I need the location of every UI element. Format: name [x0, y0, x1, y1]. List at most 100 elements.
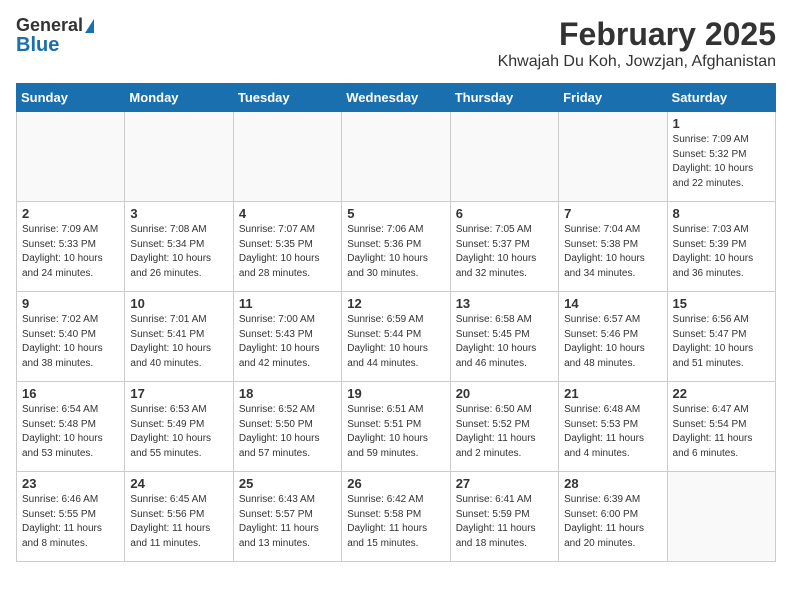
day-cell-empty	[559, 112, 667, 202]
day-cell-empty	[450, 112, 558, 202]
day-info: Sunrise: 6:51 AM Sunset: 5:51 PM Dayligh…	[347, 403, 444, 461]
day-cell-empty	[17, 112, 125, 202]
day-number: 21	[564, 386, 661, 401]
day-cell-1: 1 Sunrise: 7:09 AM Sunset: 5:32 PM Daylig…	[667, 112, 775, 202]
day-cell-2: 2Sunrise: 7:09 AM Sunset: 5:33 PM Daylig…	[17, 202, 125, 292]
title-area: February 2025 Khwajah Du Koh, Jowzjan, A…	[498, 16, 776, 71]
logo: General Blue	[16, 16, 94, 56]
day-number: 15	[673, 296, 770, 311]
day-number: 25	[239, 476, 336, 491]
day-cell-empty	[342, 112, 450, 202]
day-cell-8: 8 Sunrise: 7:03 AM Sunset: 5:39 PM Daylig…	[667, 202, 775, 292]
day-cell-28: 28Sunrise: 6:39 AM Sunset: 6:00 PM Dayli…	[559, 472, 667, 562]
day-number: 18	[239, 386, 336, 401]
day-info: Sunrise: 7:09 AM Sunset: 5:33 PM Dayligh…	[22, 223, 119, 281]
logo-arrow-icon	[85, 19, 94, 33]
day-number: 28	[564, 476, 661, 491]
day-cell-25: 25 Sunrise: 6:43 AM Sunset: 5:57 PM Dayli…	[233, 472, 341, 562]
day-number: 13	[456, 296, 553, 311]
day-cell-empty	[233, 112, 341, 202]
weekday-header-sunday: Sunday	[17, 84, 125, 112]
day-info: Sunrise: 6:48 AM Sunset: 5:53 PM Dayligh…	[564, 403, 661, 461]
day-info: Sunrise: 6:50 AM Sunset: 5:52 PM Dayligh…	[456, 403, 553, 461]
day-cell-empty	[125, 112, 233, 202]
day-cell-4: 4 Sunrise: 7:07 AM Sunset: 5:35 PM Daylig…	[233, 202, 341, 292]
day-info: Sunrise: 6:58 AM Sunset: 5:45 PM Dayligh…	[456, 313, 553, 371]
day-cell-11: 11 Sunrise: 7:00 AM Sunset: 5:43 PM Dayli…	[233, 292, 341, 382]
day-number: 24	[130, 476, 227, 491]
day-number: 12	[347, 296, 444, 311]
day-info: Sunrise: 6:54 AM Sunset: 5:48 PM Dayligh…	[22, 403, 119, 461]
day-cell-23: 23Sunrise: 6:46 AM Sunset: 5:55 PM Dayli…	[17, 472, 125, 562]
day-info: Sunrise: 6:52 AM Sunset: 5:50 PM Dayligh…	[239, 403, 336, 461]
day-number: 6	[456, 206, 553, 221]
day-info: Sunrise: 7:03 AM Sunset: 5:39 PM Dayligh…	[673, 223, 770, 281]
day-info: Sunrise: 7:07 AM Sunset: 5:35 PM Dayligh…	[239, 223, 336, 281]
page-header: General Blue February 2025 Khwajah Du Ko…	[16, 16, 776, 71]
day-info: Sunrise: 6:47 AM Sunset: 5:54 PM Dayligh…	[673, 403, 770, 461]
day-info: Sunrise: 6:45 AM Sunset: 5:56 PM Dayligh…	[130, 493, 227, 551]
day-cell-3: 3 Sunrise: 7:08 AM Sunset: 5:34 PM Daylig…	[125, 202, 233, 292]
week-row-5: 23Sunrise: 6:46 AM Sunset: 5:55 PM Dayli…	[17, 472, 776, 562]
day-info: Sunrise: 7:08 AM Sunset: 5:34 PM Dayligh…	[130, 223, 227, 281]
day-number: 10	[130, 296, 227, 311]
day-cell-7: 7 Sunrise: 7:04 AM Sunset: 5:38 PM Daylig…	[559, 202, 667, 292]
day-info: Sunrise: 7:04 AM Sunset: 5:38 PM Dayligh…	[564, 223, 661, 281]
day-number: 7	[564, 206, 661, 221]
day-info: Sunrise: 7:06 AM Sunset: 5:36 PM Dayligh…	[347, 223, 444, 281]
day-number: 22	[673, 386, 770, 401]
day-number: 4	[239, 206, 336, 221]
weekday-header-thursday: Thursday	[450, 84, 558, 112]
day-cell-22: 22 Sunrise: 6:47 AM Sunset: 5:54 PM Dayli…	[667, 382, 775, 472]
calendar-body: 1 Sunrise: 7:09 AM Sunset: 5:32 PM Daylig…	[17, 112, 776, 562]
day-cell-empty	[667, 472, 775, 562]
day-number: 8	[673, 206, 770, 221]
day-number: 16	[22, 386, 119, 401]
day-info: Sunrise: 6:42 AM Sunset: 5:58 PM Dayligh…	[347, 493, 444, 551]
weekday-header-wednesday: Wednesday	[342, 84, 450, 112]
day-cell-15: 15 Sunrise: 6:56 AM Sunset: 5:47 PM Dayli…	[667, 292, 775, 382]
weekday-header-tuesday: Tuesday	[233, 84, 341, 112]
week-row-4: 16 Sunrise: 6:54 AM Sunset: 5:48 PM Dayli…	[17, 382, 776, 472]
day-info: Sunrise: 7:02 AM Sunset: 5:40 PM Dayligh…	[22, 313, 119, 371]
weekday-header-saturday: Saturday	[667, 84, 775, 112]
day-number: 5	[347, 206, 444, 221]
day-cell-9: 9 Sunrise: 7:02 AM Sunset: 5:40 PM Daylig…	[17, 292, 125, 382]
day-number: 1	[673, 116, 770, 131]
day-info: Sunrise: 6:57 AM Sunset: 5:46 PM Dayligh…	[564, 313, 661, 371]
day-number: 9	[22, 296, 119, 311]
week-row-2: 2Sunrise: 7:09 AM Sunset: 5:33 PM Daylig…	[17, 202, 776, 292]
day-info: Sunrise: 6:43 AM Sunset: 5:57 PM Dayligh…	[239, 493, 336, 551]
day-info: Sunrise: 6:53 AM Sunset: 5:49 PM Dayligh…	[130, 403, 227, 461]
weekday-header-row: SundayMondayTuesdayWednesdayThursdayFrid…	[17, 84, 776, 112]
day-cell-16: 16 Sunrise: 6:54 AM Sunset: 5:48 PM Dayli…	[17, 382, 125, 472]
week-row-1: 1 Sunrise: 7:09 AM Sunset: 5:32 PM Daylig…	[17, 112, 776, 202]
day-number: 26	[347, 476, 444, 491]
day-cell-10: 10 Sunrise: 7:01 AM Sunset: 5:41 PM Dayli…	[125, 292, 233, 382]
day-cell-27: 27 Sunrise: 6:41 AM Sunset: 5:59 PM Dayli…	[450, 472, 558, 562]
day-number: 23	[22, 476, 119, 491]
day-cell-5: 5 Sunrise: 7:06 AM Sunset: 5:36 PM Daylig…	[342, 202, 450, 292]
day-cell-18: 18 Sunrise: 6:52 AM Sunset: 5:50 PM Dayli…	[233, 382, 341, 472]
day-info: Sunrise: 6:56 AM Sunset: 5:47 PM Dayligh…	[673, 313, 770, 371]
day-number: 11	[239, 296, 336, 311]
month-title: February 2025	[498, 16, 776, 53]
logo-blue: Blue	[16, 34, 59, 56]
day-number: 3	[130, 206, 227, 221]
day-info: Sunrise: 7:01 AM Sunset: 5:41 PM Dayligh…	[130, 313, 227, 371]
day-info: Sunrise: 7:05 AM Sunset: 5:37 PM Dayligh…	[456, 223, 553, 281]
day-cell-12: 12 Sunrise: 6:59 AM Sunset: 5:44 PM Dayli…	[342, 292, 450, 382]
week-row-3: 9 Sunrise: 7:02 AM Sunset: 5:40 PM Daylig…	[17, 292, 776, 382]
day-cell-26: 26 Sunrise: 6:42 AM Sunset: 5:58 PM Dayli…	[342, 472, 450, 562]
day-info: Sunrise: 6:41 AM Sunset: 5:59 PM Dayligh…	[456, 493, 553, 551]
weekday-header-monday: Monday	[125, 84, 233, 112]
day-number: 17	[130, 386, 227, 401]
day-number: 27	[456, 476, 553, 491]
day-cell-17: 17 Sunrise: 6:53 AM Sunset: 5:49 PM Dayli…	[125, 382, 233, 472]
calendar-table: SundayMondayTuesdayWednesdayThursdayFrid…	[16, 83, 776, 562]
weekday-header-friday: Friday	[559, 84, 667, 112]
day-info: Sunrise: 7:00 AM Sunset: 5:43 PM Dayligh…	[239, 313, 336, 371]
day-cell-21: 21 Sunrise: 6:48 AM Sunset: 5:53 PM Dayli…	[559, 382, 667, 472]
day-info: Sunrise: 7:09 AM Sunset: 5:32 PM Dayligh…	[673, 133, 770, 191]
day-info: Sunrise: 6:59 AM Sunset: 5:44 PM Dayligh…	[347, 313, 444, 371]
